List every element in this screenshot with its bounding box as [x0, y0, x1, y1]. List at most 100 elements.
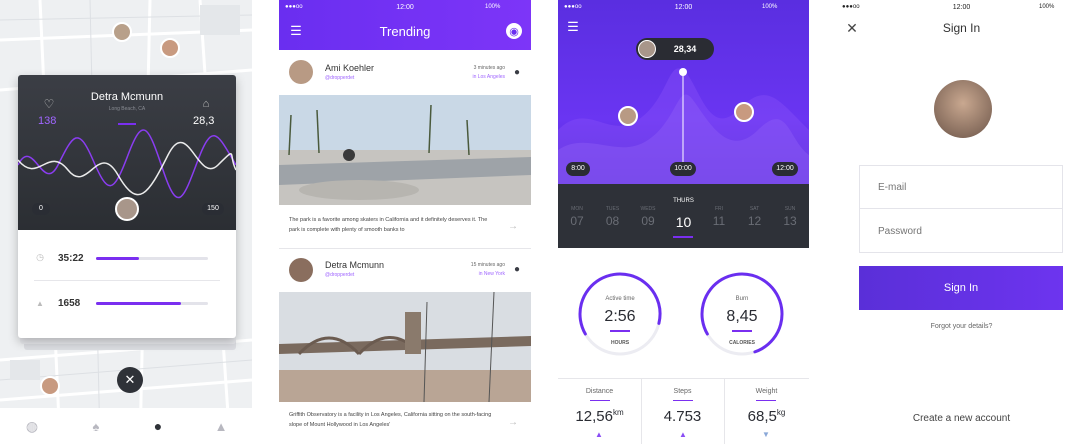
- password-field[interactable]: [860, 210, 1062, 252]
- day-number: 10: [675, 214, 692, 230]
- trending-screen: ●●●oo 12:00 100% ☰ Trending ◉ Ami Koehle…: [279, 0, 531, 444]
- shoe-icon: ⌂: [202, 98, 210, 110]
- day-name: [669, 206, 699, 214]
- day-number: 13: [783, 214, 797, 228]
- clock-icon: ◷: [36, 251, 44, 262]
- day-name: FRI: [714, 206, 724, 212]
- stat-underline: [673, 400, 693, 401]
- post-author[interactable]: Detra Mcmunn: [325, 260, 384, 270]
- stat-label: Weight: [755, 388, 778, 395]
- time-pill[interactable]: 8:00: [566, 162, 590, 176]
- triangle-icon: ▲: [36, 298, 44, 308]
- peak-value-pill: 28,34: [636, 38, 714, 60]
- page-title: Sign In: [942, 21, 981, 35]
- triangle-down-icon: ▼: [762, 429, 770, 439]
- day-number: 07: [570, 214, 584, 228]
- peak-value: 28,34: [673, 44, 697, 54]
- email-field[interactable]: [860, 166, 1062, 209]
- triangle-up-icon: ▲: [595, 429, 603, 439]
- post-time: 15 minutes ago: [470, 262, 505, 268]
- scale-max: 150: [202, 203, 224, 215]
- location-pin-icon[interactable]: ●: [150, 418, 166, 434]
- post-text: The park is a favorite among skaters in …: [289, 217, 488, 233]
- day-name: SAT: [749, 206, 760, 212]
- forgot-link[interactable]: Forgot your details?: [836, 323, 1087, 330]
- activity-screen: ●●●oo 12:00 100% ☰ 28,34 8:00 10:00 12:0…: [558, 0, 809, 444]
- day-name: MON: [571, 206, 583, 212]
- progress-fill: [96, 257, 139, 260]
- time-pill[interactable]: 12:00: [772, 162, 798, 176]
- close-icon[interactable]: ✕: [117, 367, 143, 393]
- page-title: Trending: [379, 24, 431, 39]
- activity-area-chart: [558, 68, 809, 200]
- day-item[interactable]: TUES 08: [598, 206, 628, 236]
- status-battery: 100%: [762, 4, 778, 10]
- stat-underline: [756, 400, 776, 401]
- arrow-right-icon[interactable]: →: [507, 220, 519, 232]
- day-list: MON 07 TUES 08 WEDS 09 10 FRI 11 SAT 12 SUN 13: [562, 206, 805, 236]
- avatar-marker[interactable]: [734, 102, 754, 122]
- day-item[interactable]: SAT 12: [740, 206, 770, 236]
- arrow-right-icon[interactable]: →: [507, 416, 519, 428]
- map-avatar-pin[interactable]: [112, 22, 132, 42]
- post-text: Griffith Observatory is a facility in Lo…: [289, 412, 492, 428]
- globe-icon[interactable]: ◉: [506, 23, 522, 39]
- day-item[interactable]: WEDS 09: [633, 206, 663, 236]
- post-place: in Los Angeles: [472, 74, 505, 80]
- ring-value: 2:56: [604, 308, 636, 325]
- globe-icon[interactable]: ◍: [24, 418, 40, 434]
- day-item[interactable]: MON 07: [562, 206, 592, 236]
- progress-fill: [96, 302, 182, 305]
- day-label: THURS: [673, 198, 694, 204]
- bell-icon[interactable]: ▲: [213, 418, 229, 434]
- ring-value: 8,45: [726, 308, 758, 325]
- ring-unit: HOURS: [610, 340, 630, 346]
- flame-icon[interactable]: ♠: [88, 418, 104, 434]
- stat-label: Distance: [585, 388, 614, 395]
- avatar-marker[interactable]: [618, 106, 638, 126]
- map-avatar-pin[interactable]: [40, 376, 60, 396]
- avatar: [638, 40, 656, 58]
- post-handle[interactable]: @dropperdet: [325, 75, 354, 81]
- ring-unit: CALORIES: [729, 340, 755, 346]
- map-avatar-pin[interactable]: [160, 38, 180, 58]
- day-item[interactable]: FRI 11: [704, 206, 734, 236]
- day-number: 08: [605, 214, 620, 228]
- day-number: 09: [641, 214, 655, 228]
- day-name: WEDS: [640, 206, 656, 212]
- day-item[interactable]: 10: [669, 206, 699, 236]
- progress-bar: [96, 257, 208, 260]
- map-activity-screen: ♡ 138 Detra Mcmunn Long Beach, CA ⌂ 28,3…: [0, 0, 252, 444]
- ring-underline: [732, 330, 752, 332]
- wave-chart: [18, 129, 236, 199]
- post-time: 3 minutes ago: [473, 65, 505, 71]
- progress-bar: [96, 302, 208, 305]
- status-battery: 100%: [485, 4, 501, 10]
- avatar[interactable]: [289, 258, 313, 282]
- stat-underline: [590, 400, 610, 401]
- post-image-skatepark: [279, 95, 531, 205]
- activity-card[interactable]: ♡ 138 Detra Mcmunn Long Beach, CA ⌂ 28,3…: [18, 75, 236, 338]
- menu-icon[interactable]: ☰: [566, 19, 580, 34]
- stat-value: 68,5kg: [747, 408, 786, 425]
- post-handle[interactable]: @dropperdet: [325, 272, 354, 278]
- row-value: 35:22: [58, 253, 84, 264]
- day-name: SUN: [784, 206, 796, 212]
- location-pin-icon[interactable]: ●: [512, 263, 522, 275]
- scrubber-avatar[interactable]: [115, 197, 139, 221]
- location-pin-icon[interactable]: ●: [512, 66, 522, 78]
- avatar[interactable]: [934, 80, 992, 138]
- ring-label: Active time: [605, 296, 635, 302]
- create-account-link[interactable]: Create a new account: [836, 413, 1087, 424]
- stat-value: 12,56km: [575, 408, 624, 425]
- time-pill[interactable]: 10:00: [670, 162, 696, 176]
- day-item[interactable]: SUN 13: [775, 206, 805, 236]
- sign-in-screen: ●●●oo 12:00 100% ✕ Sign In Sign In Forgo…: [836, 0, 1087, 444]
- stat-label: Steps: [673, 388, 692, 395]
- day-name: TUES: [605, 206, 620, 212]
- post-author[interactable]: Ami Koehler: [325, 63, 374, 73]
- sign-in-button[interactable]: Sign In: [859, 266, 1063, 310]
- ring-label: Burn: [735, 296, 749, 302]
- stat-value: 4.753: [663, 408, 702, 425]
- avatar[interactable]: [289, 60, 313, 84]
